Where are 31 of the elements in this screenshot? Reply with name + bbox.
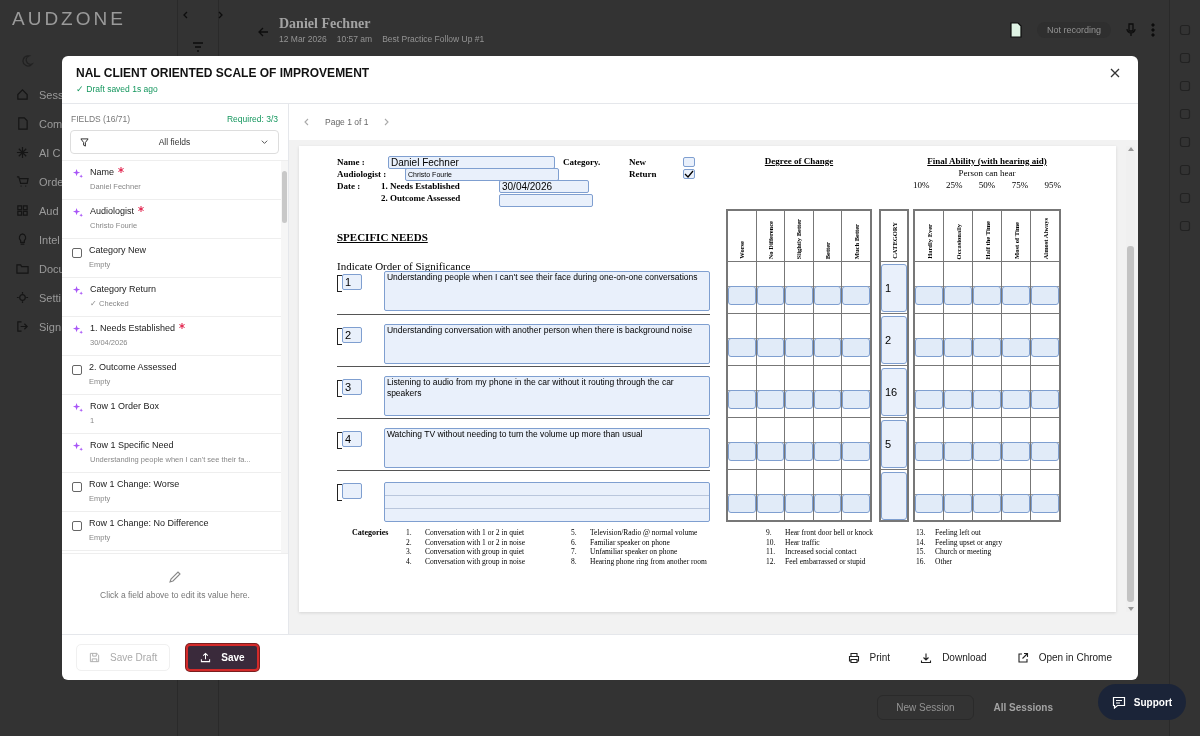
form-label: 2. Outcome Assessed <box>381 193 462 203</box>
form-label: Category. <box>563 157 602 167</box>
form-label: 1. Needs Established <box>381 181 461 191</box>
session-type: Best Practice Follow Up #1 <box>382 34 485 44</box>
section-heading: SPECIFIC NEEDS <box>337 231 429 243</box>
instruction-text: Indicate Order of Significance <box>337 260 472 272</box>
percent-label: 75% <box>1011 180 1029 190</box>
patient-name: Daniel Fechner <box>279 16 372 32</box>
categories-label: Categories <box>352 528 390 538</box>
edit-hint: Click a field above to edit its value here. <box>100 590 250 600</box>
form-label: Return <box>629 169 658 179</box>
percent-label: 95% <box>1044 180 1061 190</box>
required-count: Required: 3/3 <box>226 114 278 124</box>
form-label: New <box>629 157 647 167</box>
draft-status: ✓ Draft saved 1s ago <box>76 84 159 94</box>
percent-label: 50% <box>978 180 996 190</box>
section-heading: Degree of Change <box>764 156 834 168</box>
form-label: Audiologist : <box>337 169 388 179</box>
percent-label: 25% <box>945 180 963 190</box>
percent-label: 10% <box>913 180 930 190</box>
app-logo: AUDZONE <box>12 8 127 30</box>
fields-count: FIELDS (16/71) <box>71 114 131 124</box>
session-date: 12 Mar 2026 <box>279 34 327 44</box>
session-time: 10:57 am <box>336 34 373 44</box>
recording-status: Not recording <box>1036 22 1111 38</box>
dialog-title: NAL CLIENT ORIENTED SCALE OF IMPROVEMENT <box>76 66 370 80</box>
form-label: Date : <box>337 181 362 191</box>
form-label: Name : <box>337 157 366 167</box>
subtitle: Person can hear <box>958 168 1016 178</box>
section-heading: Final Ability (with hearing aid) <box>927 156 1047 166</box>
page-indicator: Page 1 of 1 <box>325 117 369 127</box>
